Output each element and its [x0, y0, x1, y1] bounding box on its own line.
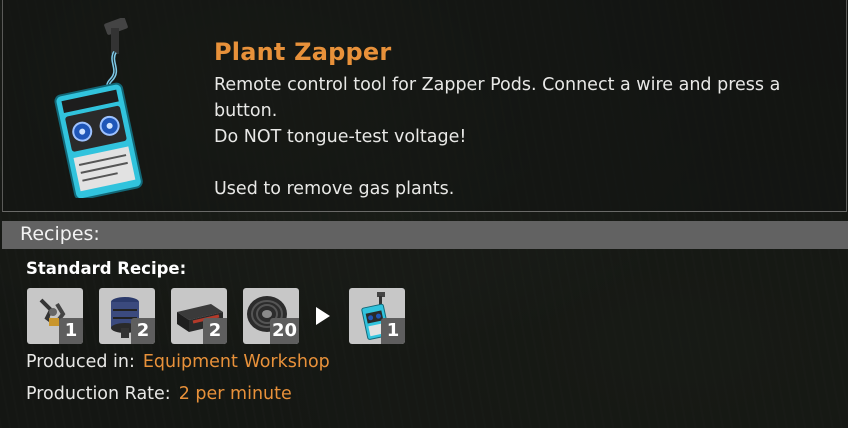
item-description: Remote control tool for Zapper Pods. Con… [214, 75, 781, 199]
ingredient-quantity: 2 [203, 318, 227, 344]
plant-zapper-icon [54, 18, 143, 198]
ingredient-slot[interactable]: 1 [27, 288, 83, 344]
ingredient-slot[interactable]: 2 [171, 288, 227, 344]
ingredient-quantity: 2 [131, 318, 155, 344]
output-quantity: 1 [381, 318, 405, 344]
production-rate-label: Production Rate: [26, 384, 171, 404]
production-rate-row: Production Rate: 2 per minute [26, 384, 292, 404]
output-slot[interactable]: 1 [349, 288, 405, 344]
produced-in-label: Produced in: [26, 352, 135, 372]
arrow-right-icon [316, 307, 330, 325]
ingredient-quantity: 1 [59, 318, 83, 344]
ingredient-quantity: 20 [269, 318, 299, 344]
production-rate-value: 2 per minute [178, 384, 292, 404]
ingredient-slot[interactable]: 20 [243, 288, 299, 344]
recipe-name: Standard Recipe: [26, 259, 187, 278]
produced-in-row: Produced in: Equipment Workshop [26, 352, 330, 372]
recipes-header-label: Recipes: [20, 223, 100, 245]
item-info-panel: Plant Zapper Remote control tool for Zap… [0, 0, 848, 428]
ingredient-slot[interactable]: 2 [99, 288, 155, 344]
produced-in-value[interactable]: Equipment Workshop [143, 352, 330, 372]
recipes-header: Recipes: [2, 221, 848, 249]
item-header: Plant Zapper Remote control tool for Zap… [2, 0, 847, 212]
item-title: Plant Zapper [214, 38, 392, 66]
